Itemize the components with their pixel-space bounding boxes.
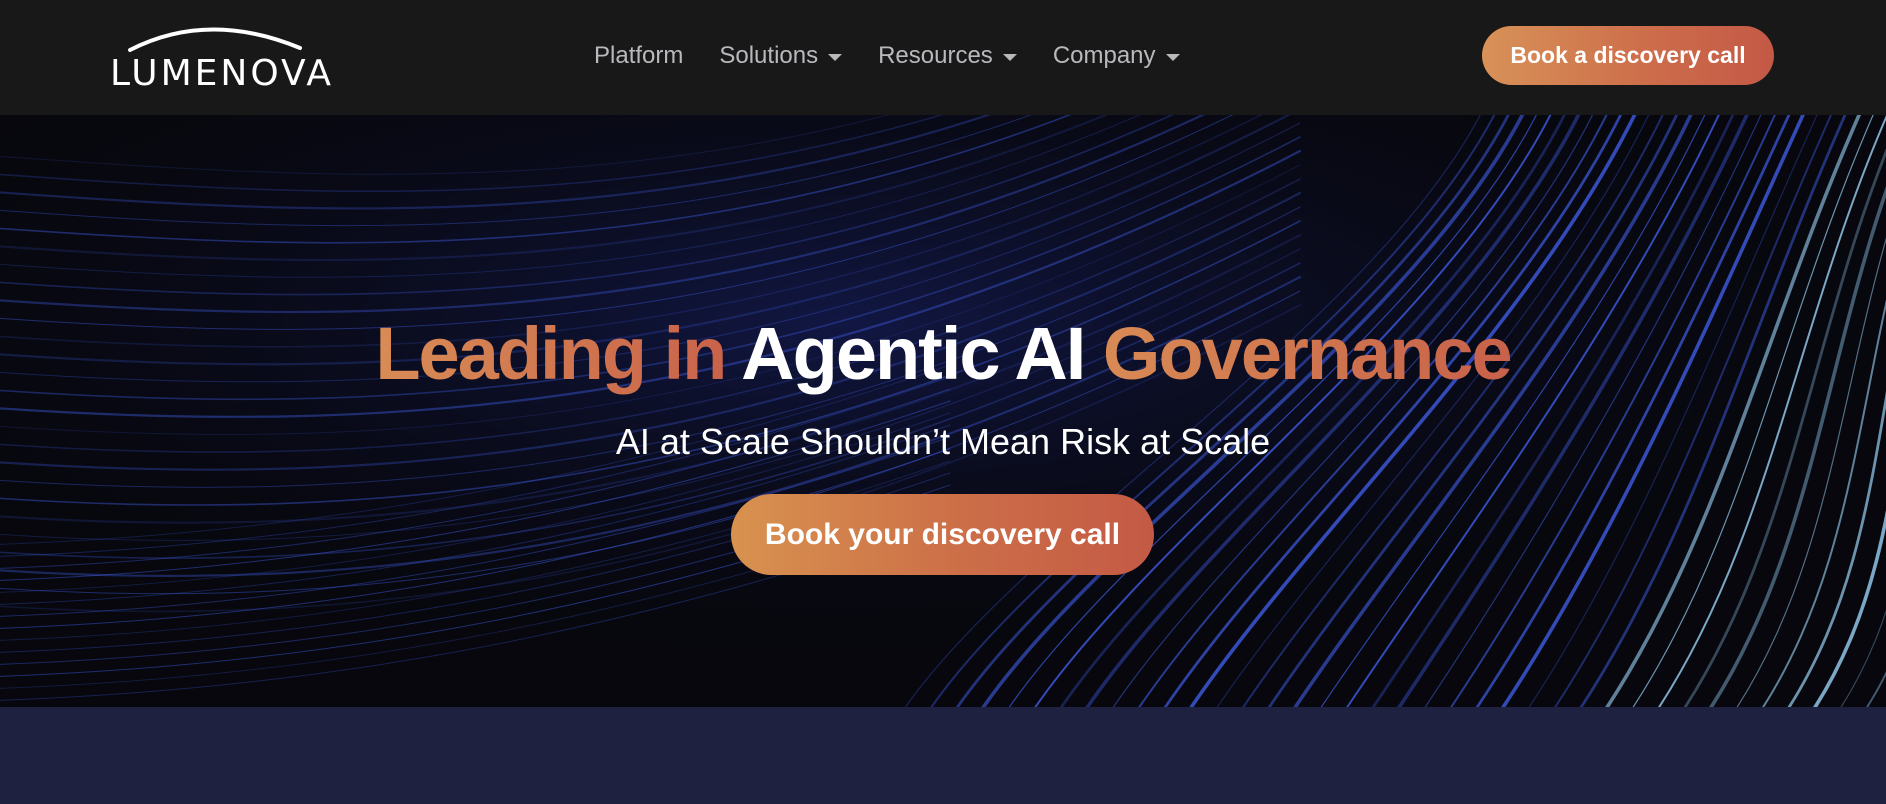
caret-down-icon: [828, 53, 843, 61]
top-navbar: LUMENOVA Platform Solutions Resources Co…: [0, 0, 1886, 115]
book-your-discovery-call-button[interactable]: Book your discovery call: [731, 494, 1154, 575]
logo-arc-icon: [128, 27, 302, 52]
nav-item-label: Solutions: [719, 42, 819, 69]
hero-title-highlight: Agentic AI: [741, 311, 1086, 395]
nav-item-label: Platform: [594, 42, 684, 69]
nav-item-resources[interactable]: Resources: [878, 42, 1017, 70]
nav-item-solutions[interactable]: Solutions: [719, 42, 843, 70]
main-nav: Platform Solutions Resources Company: [594, 38, 1216, 74]
hero-title-leading: Leading in: [375, 311, 742, 395]
caret-down-icon: [1002, 53, 1017, 61]
hero-title: Leading in Agentic AI Governance: [0, 311, 1886, 395]
hero-title-governance: Governance: [1084, 311, 1513, 395]
nav-item-company[interactable]: Company: [1053, 42, 1180, 70]
book-discovery-call-button[interactable]: Book a discovery call: [1482, 26, 1774, 85]
next-section: [0, 707, 1886, 804]
light-streaks-background: [0, 115, 1886, 707]
lumenova-logo[interactable]: LUMENOVA: [108, 18, 331, 98]
logo-text: LUMENOVA: [110, 53, 335, 94]
caret-down-icon: [1165, 53, 1180, 61]
hero-section: Leading in Agentic AI Governance AI at S…: [0, 115, 1886, 707]
nav-item-label: Company: [1052, 42, 1156, 69]
nav-item-label: Resources: [878, 42, 993, 69]
nav-item-platform[interactable]: Platform: [594, 42, 683, 70]
hero-subtitle: AI at Scale Shouldn’t Mean Risk at Scale: [615, 421, 1271, 462]
